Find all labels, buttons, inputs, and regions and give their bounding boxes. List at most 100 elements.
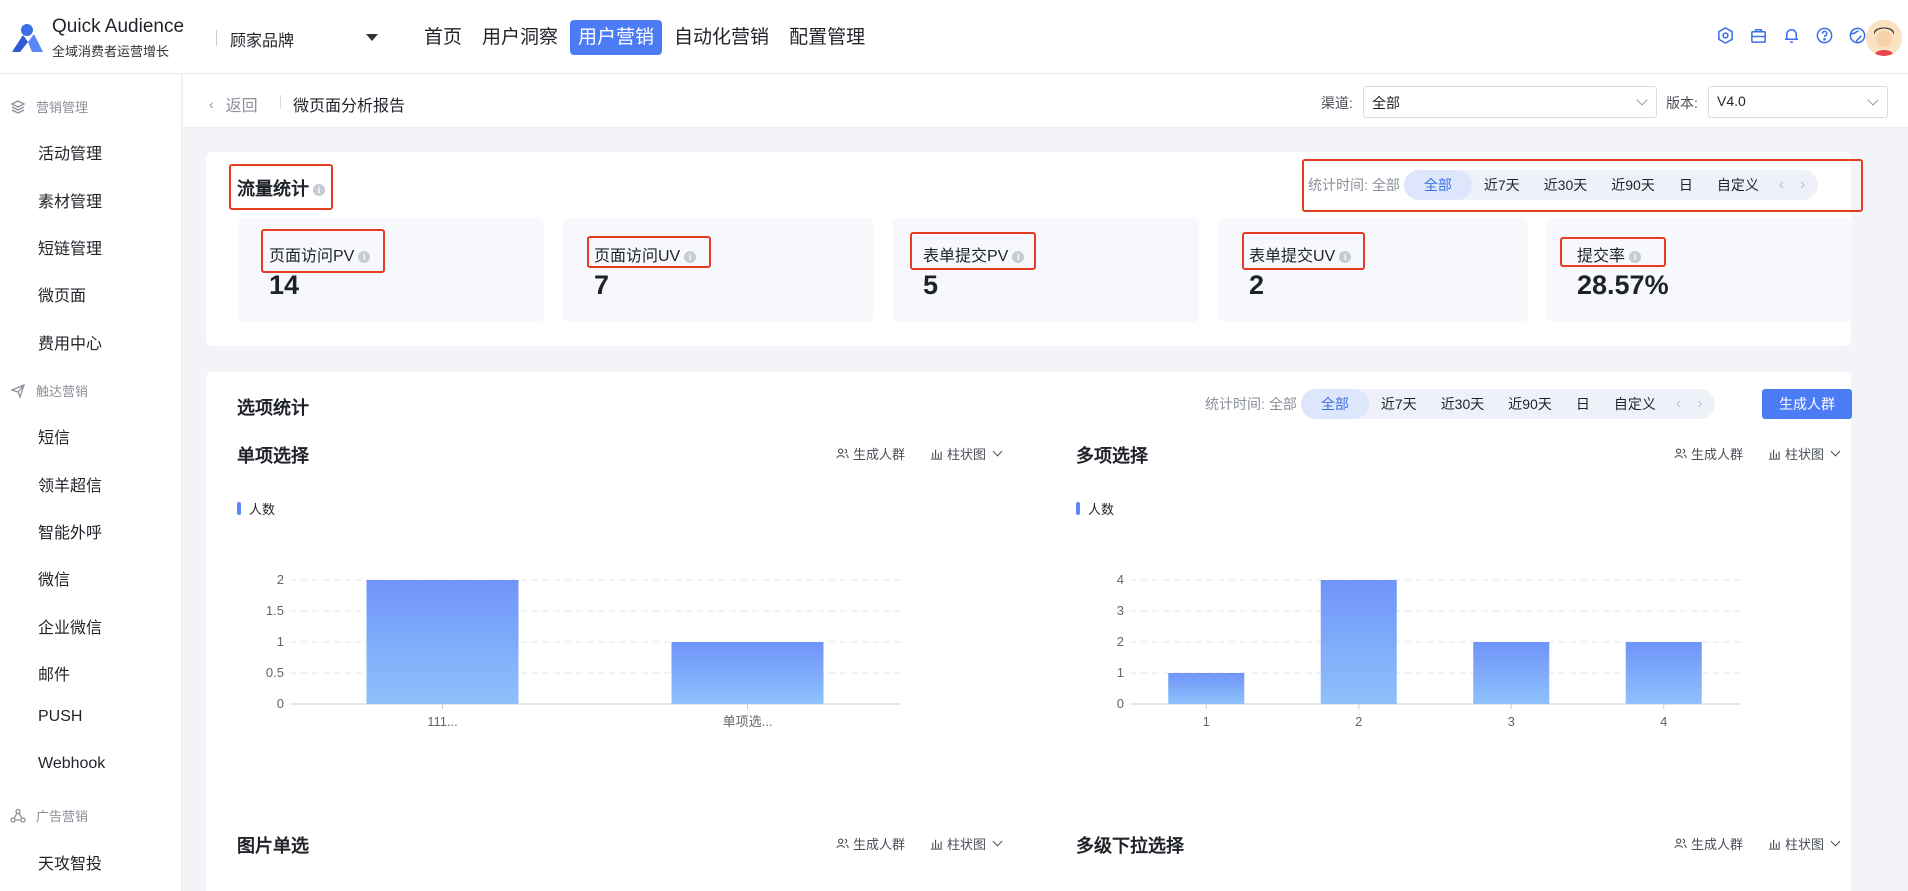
- sidebar-group-label: 触达营销: [36, 384, 89, 399]
- brand-select[interactable]: 顾家品牌: [230, 27, 294, 51]
- sidebar-item-sms[interactable]: 短信: [38, 424, 70, 448]
- y-tick-label: 0.5: [266, 665, 284, 680]
- version-label: 版本:: [1666, 95, 1698, 111]
- channel-value: 全部: [1372, 95, 1400, 111]
- sidebar-item-push[interactable]: PUSH: [38, 708, 82, 726]
- sidebar-item-cost-center[interactable]: 费用中心: [38, 330, 102, 354]
- sidebar-group-ad-marketing: 广告营销: [10, 806, 88, 825]
- users-icon: [1674, 838, 1687, 849]
- time-range-all[interactable]: 全部: [1300, 389, 1369, 419]
- single-choice-bar-chart: 0 0.5 1 1.5 2 111... 单项选...: [266, 572, 900, 729]
- generate-audience-link[interactable]: 生成人群: [836, 834, 905, 853]
- chart-type-select[interactable]: 柱状图: [1768, 834, 1841, 853]
- bar: [671, 642, 824, 704]
- bell-icon[interactable]: [1781, 25, 1802, 46]
- sidebar-item-micro-page[interactable]: 微页面: [38, 282, 86, 306]
- y-tick-label: 0: [277, 696, 284, 711]
- nav-user-marketing[interactable]: 用户营销: [570, 20, 663, 55]
- brand-caret-icon[interactable]: [366, 34, 378, 41]
- sidebar-group-label: 营销管理: [36, 100, 89, 115]
- generate-audience-button[interactable]: 生成人群: [1762, 389, 1852, 419]
- sidebar: 营销管理 活动管理 素材管理 短链管理 微页面 费用中心 触达营销 短信 领羊超…: [0, 74, 182, 891]
- sidebar-item-email[interactable]: 邮件: [38, 661, 70, 685]
- chart-type-select[interactable]: 柱状图: [1768, 444, 1841, 463]
- nav-automation-marketing[interactable]: 自动化营销: [666, 20, 777, 55]
- sidebar-group-reach-marketing: 触达营销: [10, 381, 88, 400]
- sidebar-item-material-management[interactable]: 素材管理: [38, 188, 102, 212]
- metric-value: 28.57%: [1577, 270, 1669, 300]
- section-title-multi-choice: 多项选择: [1076, 446, 1148, 466]
- metric-value: 2: [1249, 270, 1265, 300]
- chevron-down-icon: [1830, 836, 1841, 847]
- bar: [1320, 580, 1397, 704]
- sidebar-item-smart-outbound-call[interactable]: 智能外呼: [38, 519, 102, 543]
- generate-audience-link[interactable]: 生成人群: [836, 444, 905, 463]
- users-icon: [836, 448, 849, 459]
- bar-chart-icon: [930, 839, 943, 850]
- y-tick-label: 1.5: [266, 603, 284, 618]
- user-avatar[interactable]: [1866, 20, 1902, 56]
- bar-chart-icon: [930, 449, 943, 460]
- chart-legend: 人数: [237, 499, 275, 518]
- sidebar-item-activity-management[interactable]: 活动管理: [38, 140, 102, 164]
- chevron-down-icon: [1636, 94, 1648, 106]
- sidebar-group-marketing-management: 营销管理: [10, 97, 88, 116]
- section-title-image-single-choice: 图片单选: [237, 836, 309, 856]
- time-range-90d[interactable]: 近90天: [1496, 389, 1564, 419]
- chart-type-select[interactable]: 柱状图: [930, 444, 1003, 463]
- y-tick-label: 2: [1117, 634, 1124, 649]
- y-tick-label: 4: [1117, 572, 1124, 587]
- sidebar-group-label: 广告营销: [36, 809, 89, 824]
- metric-value: 5: [923, 270, 939, 300]
- share-icon: [10, 808, 26, 823]
- channel-label: 渠道:: [1321, 95, 1353, 111]
- legend-label: 人数: [1088, 502, 1115, 517]
- sidebar-item-short-link-management[interactable]: 短链管理: [38, 235, 102, 259]
- x-tick-label: 2: [1355, 714, 1362, 729]
- page-title: 微页面分析报告: [293, 98, 406, 115]
- sidebar-item-tiangong-smart-delivery[interactable]: 天攻智投: [38, 850, 102, 874]
- sidebar-item-wecom[interactable]: 企业微信: [38, 614, 102, 638]
- nav-config-management[interactable]: 配置管理: [781, 20, 873, 55]
- multi-choice-bar-chart: 0 1 2 3 4 1 2 3 4: [1117, 572, 1740, 729]
- options-time-range: 统计时间: 全部 全部 近7天 近30天 近90天 日 自定义 ‹ ›: [1205, 389, 1715, 419]
- section-title-single-choice: 单项选择: [237, 446, 309, 466]
- highlight-box: [910, 232, 1036, 270]
- highlight-box: [229, 164, 333, 210]
- option-stats-title: 选项统计: [237, 398, 309, 418]
- nav-user-insight[interactable]: 用户洞察: [474, 20, 566, 55]
- bar-chart-icon: [1768, 839, 1781, 850]
- chevron-left-icon[interactable]: ‹: [1668, 395, 1689, 413]
- users-icon: [1674, 448, 1687, 459]
- help-icon[interactable]: [1814, 25, 1835, 46]
- generate-audience-link[interactable]: 生成人群: [1674, 834, 1743, 853]
- globe-icon[interactable]: [1847, 25, 1868, 46]
- legend-label: 人数: [249, 502, 276, 517]
- time-range-day[interactable]: 日: [1564, 389, 1602, 419]
- time-range-custom[interactable]: 自定义: [1602, 389, 1668, 419]
- nav-home[interactable]: 首页: [416, 20, 470, 55]
- chevron-down-icon: [992, 446, 1003, 457]
- briefcase-icon[interactable]: [1748, 25, 1769, 46]
- sidebar-item-webhook[interactable]: Webhook: [38, 755, 105, 773]
- sidebar-item-lingyang-super-message[interactable]: 领羊超信: [38, 472, 102, 496]
- time-range-30d[interactable]: 近30天: [1429, 389, 1497, 419]
- generate-audience-link[interactable]: 生成人群: [1674, 444, 1743, 463]
- chart-legend: 人数: [1076, 499, 1114, 518]
- chevron-down-icon: [992, 836, 1003, 847]
- chevron-down-icon: [1830, 446, 1841, 457]
- channel-select[interactable]: 全部: [1363, 86, 1657, 118]
- users-icon: [836, 838, 849, 849]
- back-button[interactable]: ‹ 返回: [209, 92, 258, 116]
- sidebar-item-wechat[interactable]: 微信: [38, 566, 70, 590]
- time-range-7d[interactable]: 近7天: [1369, 389, 1429, 419]
- chevron-right-icon[interactable]: ›: [1689, 395, 1710, 413]
- version-select[interactable]: V4.0: [1708, 86, 1888, 118]
- y-tick-label: 3: [1117, 603, 1124, 618]
- bar: [1473, 642, 1550, 704]
- chart-type-select[interactable]: 柱状图: [930, 834, 1003, 853]
- chevron-down-icon: [1867, 94, 1879, 106]
- quick-audience-logo-icon: [12, 24, 43, 52]
- gift-icon[interactable]: [1715, 25, 1736, 46]
- breadcrumb-divider: [280, 95, 281, 109]
